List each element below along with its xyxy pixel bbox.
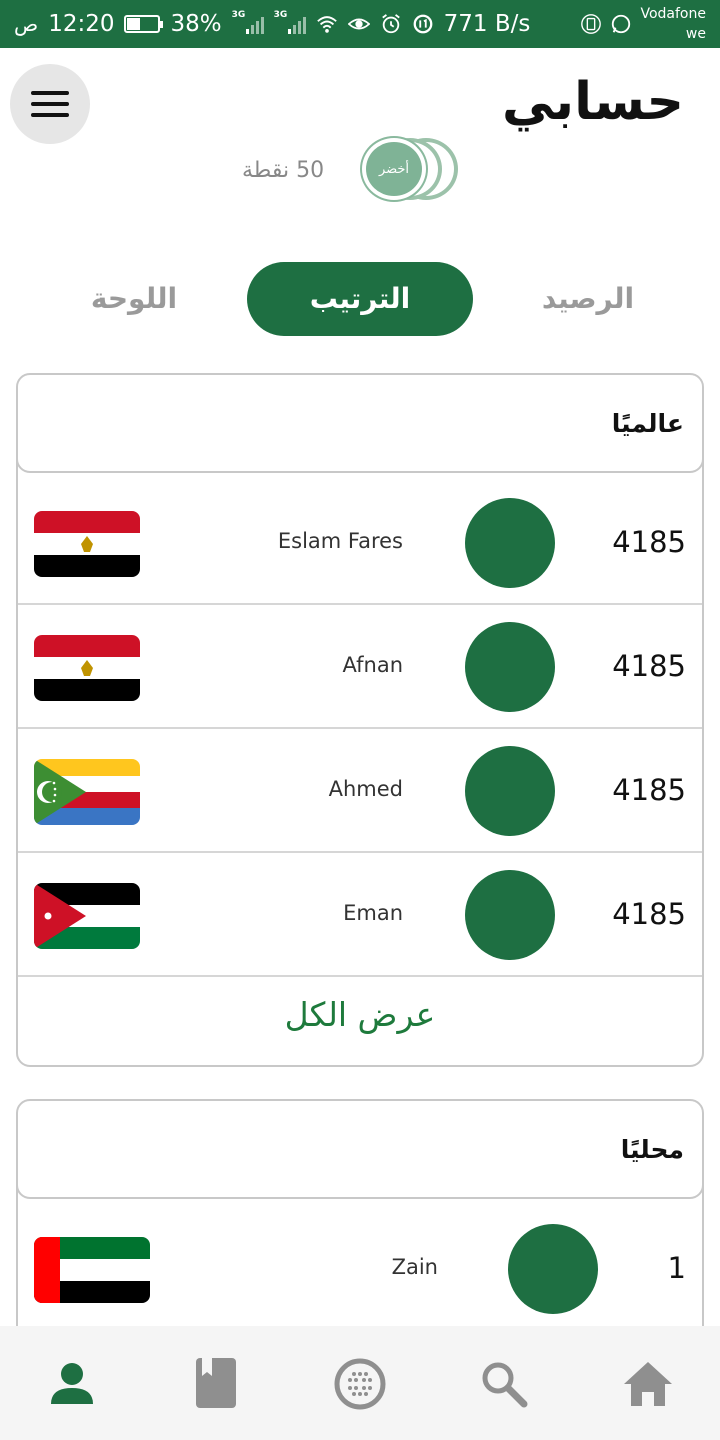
carrier-label: Vodafone we — [640, 6, 706, 42]
row-score: 4185 — [612, 649, 686, 683]
uae-flag-icon — [34, 1237, 150, 1303]
book-icon — [196, 1358, 236, 1408]
avatar — [508, 1224, 598, 1314]
tab-ranking[interactable]: الترتيب — [247, 262, 473, 336]
sim-icon — [581, 14, 602, 34]
hamburger-menu-icon — [31, 91, 69, 95]
row-score: 4185 — [612, 897, 686, 931]
avatar — [465, 622, 555, 712]
local-ranking-title: محليًا — [620, 1135, 684, 1164]
status-bar: ص 12:20 38% 3G 3G 771 B/s Vodafone we — [0, 0, 720, 48]
row-name: Ahmed — [328, 777, 403, 801]
nav-explore[interactable] — [330, 1354, 390, 1414]
person-icon — [51, 1363, 93, 1404]
signal-icon-2: 3G — [274, 10, 306, 34]
signal-icon: 3G — [232, 10, 264, 34]
page-title: حسابي — [501, 72, 684, 132]
points-text: 50 نقطة — [242, 158, 325, 183]
level-badge-icon: أخضر — [362, 138, 462, 200]
battery-percent: 38% — [170, 11, 222, 37]
status-ampm: ص — [14, 12, 39, 36]
global-ranking-card: عالميًا 4185 Eslam Fares 4185 Afnan 4185… — [16, 373, 704, 1067]
data-saver-icon — [413, 14, 433, 34]
table-row[interactable]: 1 Zain — [18, 1207, 702, 1331]
whatsapp-icon — [612, 14, 631, 34]
table-row[interactable]: 4185 Eslam Fares — [18, 481, 702, 605]
row-score: 4185 — [612, 773, 686, 807]
comoros-flag-icon — [34, 759, 140, 825]
egypt-flag-icon — [34, 635, 140, 701]
battery-icon — [124, 15, 164, 33]
avatar — [465, 870, 555, 960]
bottom-navigation — [0, 1326, 720, 1440]
avatar — [465, 498, 555, 588]
jordan-flag-icon — [34, 883, 140, 949]
card-header: محليًا — [18, 1101, 702, 1199]
alarm-icon — [381, 14, 400, 34]
badge-label: أخضر — [378, 162, 410, 177]
status-time: 12:20 — [48, 11, 115, 37]
row-name: Zain — [391, 1255, 438, 1279]
row-score: 4185 — [612, 525, 686, 559]
globe-dots-icon — [334, 1358, 386, 1410]
card-header: عالميًا — [18, 375, 702, 473]
nav-library[interactable] — [186, 1354, 246, 1414]
row-name: Eman — [343, 901, 403, 925]
avatar — [465, 746, 555, 836]
row-name: Afnan — [342, 653, 404, 677]
table-row[interactable]: 4185 Afnan — [18, 605, 702, 729]
tab-balance[interactable]: الرصيد — [498, 262, 678, 336]
table-row[interactable]: 4185 Eman — [18, 853, 702, 977]
home-icon — [624, 1362, 672, 1406]
local-ranking-card: محليًا 1 Zain — [16, 1099, 704, 1359]
nav-home[interactable] — [618, 1354, 678, 1414]
nav-search[interactable] — [474, 1354, 534, 1414]
search-icon — [482, 1362, 528, 1408]
net-speed: 771 B/s — [443, 11, 531, 37]
nav-profile[interactable] — [42, 1354, 102, 1414]
points-summary: 50 نقطة أخضر — [230, 138, 470, 204]
row-name: Eslam Fares — [277, 529, 403, 553]
global-ranking-title: عالميًا — [611, 409, 684, 438]
menu-button[interactable] — [10, 64, 90, 144]
row-score: 1 — [667, 1251, 686, 1285]
wifi-icon — [316, 16, 337, 33]
tab-board[interactable]: اللوحة — [44, 262, 224, 336]
view-all-link[interactable]: عرض الكل — [18, 977, 702, 1061]
egypt-flag-icon — [34, 511, 140, 577]
eye-icon — [347, 18, 370, 30]
table-row[interactable]: 4185 Ahmed — [18, 729, 702, 853]
